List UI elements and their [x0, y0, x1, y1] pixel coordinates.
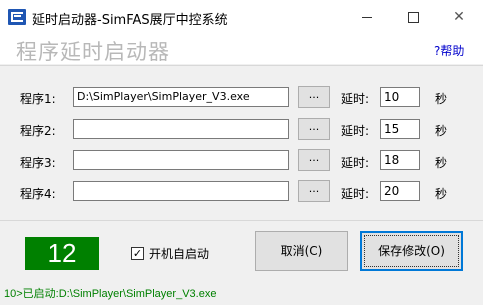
help-link[interactable]: ?帮助 [434, 42, 464, 59]
program-3-browse-button[interactable]: ... [298, 149, 330, 171]
minimize-button[interactable] [344, 0, 390, 34]
maximize-icon [408, 12, 419, 23]
program-1-delay-input[interactable]: 10 [380, 87, 420, 107]
program-4-path-input[interactable] [73, 181, 289, 201]
minimize-icon [362, 17, 372, 18]
program-4-browse-button[interactable]: ... [298, 180, 330, 202]
program-2-delay-label: 延时: [341, 124, 370, 138]
program-3-path-input[interactable] [73, 150, 289, 170]
app-logo-icon [8, 9, 26, 25]
program-2-path-input[interactable] [73, 119, 289, 139]
program-3-delay-label: 延时: [341, 156, 370, 170]
program-3-seconds-label: 秒 [435, 156, 448, 170]
save-button[interactable]: 保存修改(O) [360, 231, 463, 271]
program-1-delay-label: 延时: [341, 92, 370, 106]
title-bar[interactable]: 延时启动器-SimFAS展厅中控系统 ✕ [0, 0, 483, 34]
autostart-checkbox[interactable]: ✓ [131, 247, 144, 260]
header-divider [0, 65, 483, 66]
program-2-delay-input[interactable]: 15 [380, 119, 420, 139]
status-text: 10>已启动:D:\SimPlayer\SimPlayer_V3.exe [4, 288, 217, 300]
program-2-seconds-label: 秒 [435, 124, 448, 138]
close-button[interactable]: ✕ [436, 0, 482, 34]
program-2-label: 程序2: [20, 124, 56, 138]
footer-divider [0, 220, 483, 221]
program-2-browse-button[interactable]: ... [298, 118, 330, 140]
program-4-seconds-label: 秒 [435, 187, 448, 201]
maximize-button[interactable] [390, 0, 436, 34]
page-title: 程序延时启动器 [16, 40, 170, 64]
header-panel: 程序延时启动器 ?帮助 [0, 34, 483, 64]
autostart-label[interactable]: 开机自启动 [149, 245, 209, 262]
countdown-display: 12 [25, 237, 99, 270]
save-button-focus-ring [364, 235, 459, 267]
close-icon: ✕ [453, 9, 465, 25]
program-4-label: 程序4: [20, 187, 56, 201]
program-1-browse-button[interactable]: ... [298, 86, 330, 108]
program-1-seconds-label: 秒 [435, 92, 448, 106]
program-1-label: 程序1: [20, 92, 56, 106]
program-1-path-input[interactable]: D:\SimPlayer\SimPlayer_V3.exe [73, 87, 289, 107]
program-4-delay-label: 延时: [341, 187, 370, 201]
program-4-delay-input[interactable]: 20 [380, 181, 420, 201]
program-3-delay-input[interactable]: 18 [380, 150, 420, 170]
program-3-label: 程序3: [20, 156, 56, 170]
window-title: 延时启动器-SimFAS展厅中控系统 [32, 13, 228, 28]
delay-launcher-window: 延时启动器-SimFAS展厅中控系统 ✕ 程序延时启动器 ?帮助 程序1: D:… [0, 0, 483, 305]
cancel-button[interactable]: 取消(C) [255, 231, 348, 271]
